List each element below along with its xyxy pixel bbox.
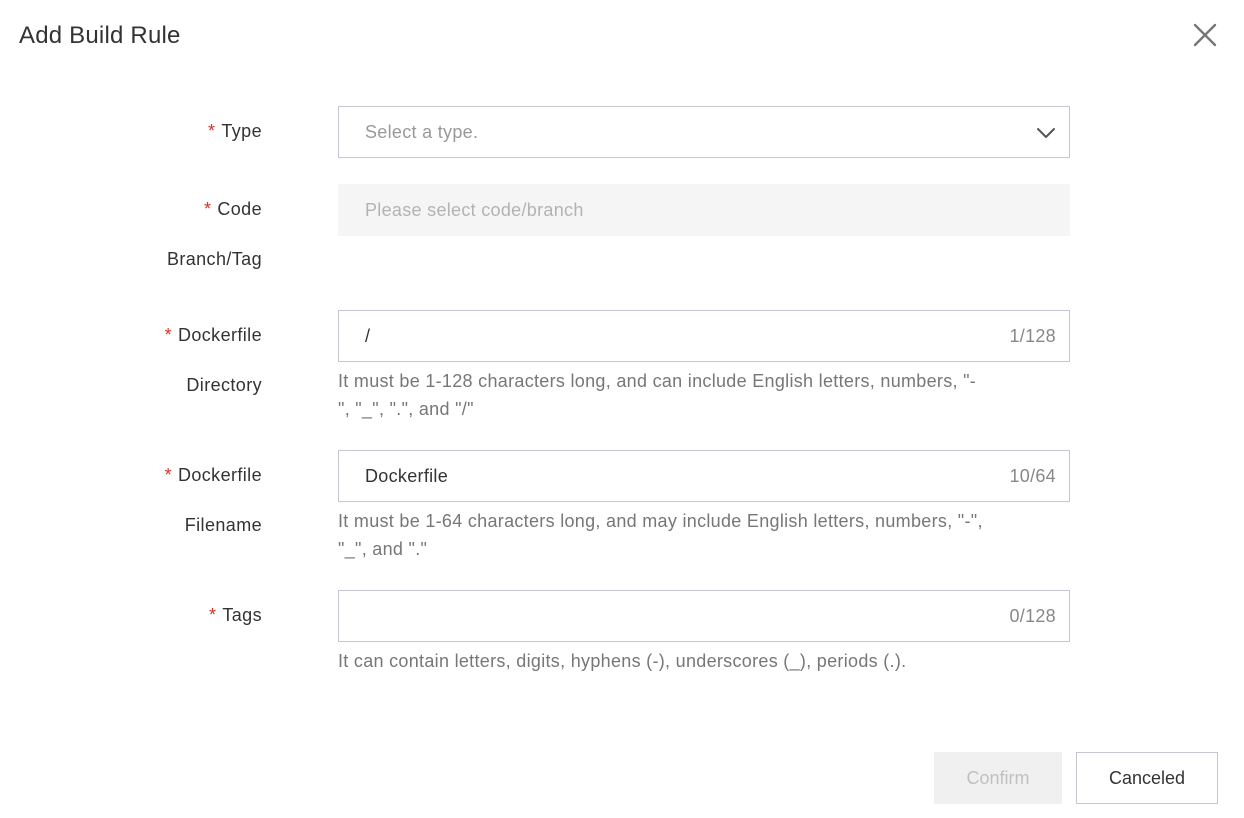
dockerfile-directory-counter: 1/128 <box>1009 326 1056 346</box>
code-branch-placeholder: Please select code/branch <box>365 200 584 220</box>
dockerfile-filename-counter: 10/64 <box>1009 466 1056 486</box>
required-mark: * <box>164 325 172 345</box>
tags-label: * Tags <box>62 590 262 640</box>
type-select-placeholder: Select a type. <box>365 122 479 142</box>
code-branch-label-line1: Code <box>217 199 262 219</box>
help-line: "_", and "." <box>338 539 428 559</box>
dockerfile-filename-label-line2: Filename <box>184 515 262 535</box>
dockerfile-filename-label-line1: Dockerfile <box>177 465 262 485</box>
code-branch-select[interactable]: Please select code/branch <box>338 184 1070 236</box>
required-mark: * <box>164 465 172 485</box>
type-label: * Type <box>62 106 262 156</box>
code-branch-label-line2: Branch/Tag <box>166 249 262 269</box>
tags-help: It can contain letters, digits, hyphens … <box>338 651 907 671</box>
type-label-text: Type <box>221 121 262 141</box>
dockerfile-filename-input[interactable]: Dockerfile 10/64 <box>338 450 1070 502</box>
dockerfile-directory-help: It must be 1-128 characters long, and ca… <box>338 367 1074 423</box>
help-line: It must be 1-64 characters long, and may… <box>338 511 983 531</box>
help-line: ", "_", ".", and "/" <box>338 399 474 419</box>
tags-input[interactable]: 0/128 <box>338 590 1070 642</box>
close-icon[interactable] <box>1190 20 1220 50</box>
cancel-button[interactable]: Canceled <box>1076 752 1218 804</box>
dockerfile-filename-value: Dockerfile <box>365 466 449 486</box>
dockerfile-filename-help: It must be 1-64 characters long, and may… <box>338 507 1074 563</box>
required-mark: * <box>208 605 217 625</box>
code-branch-label: * Code <box>62 184 262 234</box>
confirm-button[interactable]: Confirm <box>934 752 1062 804</box>
required-mark: * <box>207 121 216 141</box>
type-select[interactable]: Select a type. <box>338 106 1070 158</box>
tags-counter: 0/128 <box>1009 606 1056 626</box>
dockerfile-filename-label: * Dockerfile <box>62 450 262 500</box>
dialog-title: Add Build Rule <box>19 22 181 49</box>
dockerfile-directory-label-line1: Dockerfile <box>177 325 262 345</box>
help-line: It must be 1-128 characters long, and ca… <box>338 371 977 391</box>
chevron-down-icon[interactable] <box>1035 122 1057 144</box>
dockerfile-directory-input[interactable]: / 1/128 <box>338 310 1070 362</box>
dockerfile-directory-label: * Dockerfile <box>62 310 262 360</box>
required-mark: * <box>203 199 212 219</box>
add-build-rule-dialog: Add Build Rule * Type Select a type. * Cod… <box>0 0 1244 818</box>
dockerfile-directory-value: / <box>365 326 371 346</box>
dockerfile-directory-label-line2: Directory <box>186 375 262 395</box>
tags-label-text: Tags <box>222 605 262 625</box>
